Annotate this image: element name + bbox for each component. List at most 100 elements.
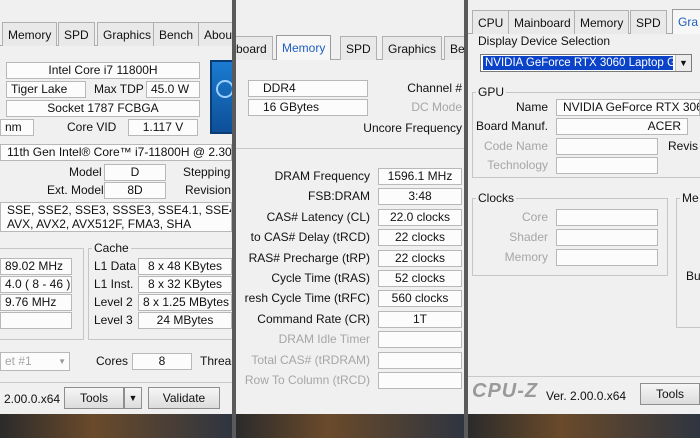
shader-clock-label: Shader <box>509 230 548 244</box>
cpu-name-field: Intel Core i7 11800H <box>6 62 200 79</box>
cpu-tab-panel: Memory SPD Graphics Bench About Intel Co… <box>0 0 232 438</box>
chevron-down-icon: ▼ <box>675 55 691 71</box>
cache-group-title: Cache <box>92 241 131 255</box>
tab-mainboard[interactable]: board <box>236 36 273 60</box>
tab-spd[interactable]: SPD <box>630 10 667 34</box>
model-field: D <box>104 164 166 181</box>
tab-spd[interactable]: SPD <box>340 36 377 60</box>
timing-label: FSB:DRAM <box>307 189 370 203</box>
code-name-field <box>556 138 658 155</box>
instructions-field: SSE, SSE2, SSE3, SSSE3, SSE4.1, SSE4.2, … <box>0 202 232 232</box>
timing-value: 1596.1 MHz <box>378 168 462 185</box>
code-name-label: Code Name <box>483 139 548 153</box>
intel-logo <box>210 60 232 134</box>
stepping-label: Stepping <box>183 165 231 179</box>
cache-level3-field: 24 MBytes <box>138 312 232 329</box>
memory-group <box>676 198 700 328</box>
timing-label: Total CAS# (tRDRAM) <box>251 353 370 367</box>
package-field: Socket 1787 FCBGA <box>6 100 200 117</box>
tab-graphics[interactable]: Graphics <box>97 22 158 46</box>
chevron-down-icon: ▼ <box>128 393 138 403</box>
cache-level3-label: Level 3 <box>94 313 133 327</box>
core-speed-field: 89.02 MHz <box>0 258 72 275</box>
technology-label: Technology <box>487 158 548 172</box>
processor-selection-select[interactable]: et #1 ▼ <box>0 352 70 371</box>
revision-label: Revision <box>185 183 232 197</box>
cpu-tab-bar: Memory SPD Graphics Bench About <box>0 22 232 46</box>
tab-memory[interactable]: Memory <box>574 10 630 34</box>
tools-button[interactable]: Tools <box>64 387 124 409</box>
instructions-line-2: AVX, AVX2, AVX512F, FMA3, SHA <box>7 217 192 231</box>
technology-field <box>556 157 658 174</box>
gpu-name-label: Name <box>515 100 548 114</box>
bus-speed-field: 9.76 MHz <box>0 294 72 311</box>
timing-value <box>378 372 462 389</box>
background-strip <box>236 414 464 438</box>
chevron-down-icon: ▼ <box>58 357 66 366</box>
core-vid-label: Core VID <box>67 120 117 134</box>
version-label: Ver. 2.00.0.x64 <box>546 389 627 403</box>
cache-level2-field: 8 x 1.25 MBytes <box>138 294 232 311</box>
max-tdp-label: Max TDP <box>94 82 144 96</box>
tab-mainboard[interactable]: Mainboard <box>508 10 577 34</box>
timing-value: 1T <box>378 311 462 328</box>
memory-clock-label: Memory <box>504 250 548 264</box>
board-manuf-label: Board Manuf. <box>475 119 548 133</box>
ext-model-field: 8D <box>104 182 166 199</box>
timing-value: 22 clocks <box>378 229 462 246</box>
cache-l1-data-label: L1 Data <box>94 259 137 273</box>
rated-fsb-field <box>0 312 72 329</box>
timing-label: Command Rate (CR) <box>257 312 370 326</box>
bus-width-label: Bu <box>686 269 700 283</box>
instructions-line-1: SSE, SSE2, SSE3, SSSE3, SSE4.1, SSE4.2, … <box>7 203 231 217</box>
timing-label: to CAS# Delay (tRCD) <box>250 230 370 244</box>
channel-label: Channel # <box>407 81 462 95</box>
model-label: Model <box>69 165 102 179</box>
graphics-tab-panel: CPU Mainboard Memory SPD Gra Display Dev… <box>468 0 700 438</box>
gpu-name-field: NVIDIA GeForce RTX 3060 <box>556 99 700 116</box>
timing-label: DRAM Frequency <box>274 169 370 183</box>
uncore-frequency-label: Uncore Frequency <box>363 121 462 135</box>
tools-dropdown-button[interactable]: ▼ <box>124 387 142 409</box>
multiplier-field: 4.0 ( 8 - 46 ) <box>0 276 72 293</box>
revision-label: Revis <box>668 139 699 153</box>
shader-clock-field <box>556 229 658 246</box>
memory-tab-panel: board Memory SPD Graphics Be DDR4 16 GBy… <box>236 0 464 438</box>
tab-memory[interactable]: Memory <box>2 22 58 46</box>
tab-about[interactable]: About <box>198 22 232 46</box>
clocks-group-title: Clocks <box>476 191 517 205</box>
timings-divider <box>236 148 464 149</box>
tools-button[interactable]: Tools <box>640 383 700 405</box>
memory-clock-field <box>556 249 658 266</box>
core-vid-field: 1.117 V <box>128 119 198 136</box>
cores-field: 8 <box>132 353 192 370</box>
display-device-select[interactable]: NVIDIA GeForce RTX 3060 Laptop GPU ▼ <box>480 54 692 72</box>
tab-memory[interactable]: Memory <box>276 35 332 60</box>
cores-label: Cores <box>96 354 129 368</box>
background-strip <box>0 414 232 438</box>
memory-size-field: 16 GBytes <box>248 99 368 116</box>
code-name-field: Tiger Lake <box>6 81 86 98</box>
tab-graphics[interactable]: Gra <box>672 9 700 34</box>
memory-type-field: DDR4 <box>248 80 368 97</box>
timing-label: RAS# Precharge (tRP) <box>248 251 370 265</box>
memory-group-title: Me <box>680 191 700 205</box>
tab-bench[interactable]: Bench <box>153 22 200 46</box>
cache-l1-data-field: 8 x 48 KBytes <box>138 258 232 275</box>
cache-l1-inst-label: L1 Inst. <box>94 277 134 291</box>
memory-tab-bar: board Memory SPD Graphics Be <box>236 35 464 60</box>
tab-spd[interactable]: SPD <box>58 22 95 46</box>
selected-device-value: NVIDIA GeForce RTX 3060 Laptop GPU <box>483 56 673 70</box>
core-clock-label: Core <box>521 210 548 224</box>
specification-field: 11th Gen Intel® Core™ i7-11800H @ 2.30GH… <box>0 144 232 161</box>
tab-bench[interactable]: Be <box>444 36 464 60</box>
board-manuf-field: ACER <box>556 118 688 135</box>
threads-label: Threads <box>200 354 232 368</box>
core-clock-field <box>556 209 658 226</box>
cpu-z-brand-label: CPU-Z <box>472 380 539 402</box>
footer-divider <box>468 376 700 377</box>
tab-graphics[interactable]: Graphics <box>382 36 443 60</box>
tab-cpu[interactable]: CPU <box>472 10 510 34</box>
processor-selection-value: et #1 <box>5 354 32 368</box>
validate-button[interactable]: Validate <box>148 387 220 409</box>
